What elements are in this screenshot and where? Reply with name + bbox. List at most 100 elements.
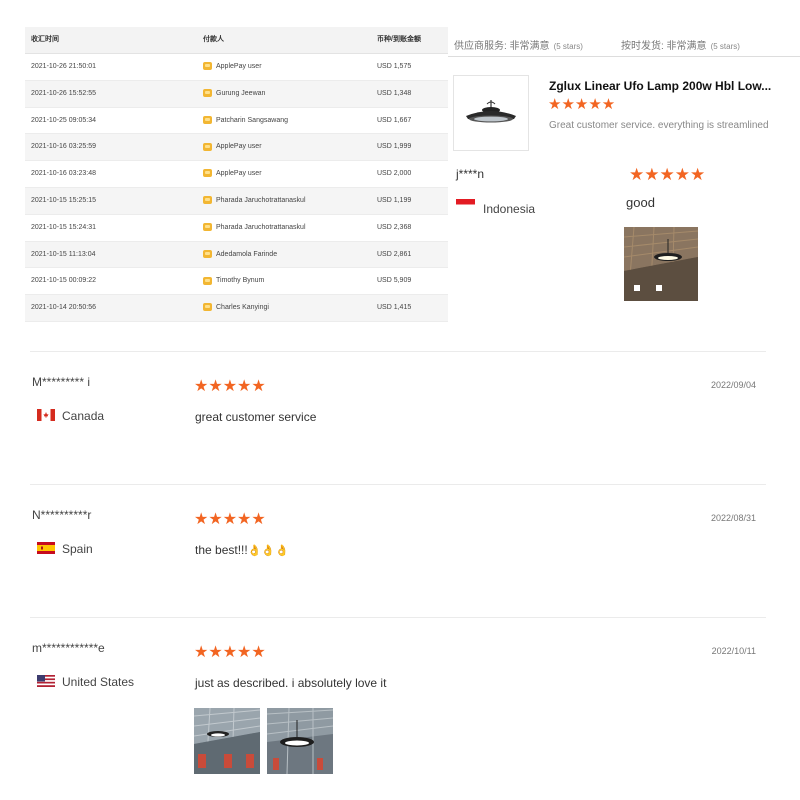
reviewer-name: m************e: [32, 641, 105, 655]
review-item: N**********r Spain ★★★★★ 2022/08/31 the …: [30, 484, 766, 618]
cell-amount: USD 1,199: [377, 196, 412, 204]
delivery-rating-label: 按时发货: 非常满意: [621, 41, 707, 52]
cell-amount: USD 2,368: [377, 223, 412, 231]
indonesia-flag-icon: [456, 199, 475, 210]
payer-name: Charles Kanyingi: [216, 304, 269, 312]
cell-payer: ApplePay user: [203, 54, 262, 79]
payer-icon: [203, 88, 212, 97]
service-rating: 供应商服务: 非常满意 (5 stars): [454, 37, 583, 52]
cell-time: 2021-10-15 11:13:04: [31, 250, 96, 258]
table-row: 2021-10-16 03:23:48 ApplePay user USD 2,00…: [25, 161, 448, 188]
cell-payer: ApplePay user: [203, 134, 262, 159]
payer-name: Gurung Jeewan: [216, 89, 266, 97]
table-row: 2021-10-26 21:50:01 ApplePay user USD 1,57…: [25, 54, 448, 81]
review-date: 2022/08/31: [710, 513, 756, 523]
product-rating-stars: ★★★★★: [548, 96, 615, 114]
table-row: 2021-10-16 03:25:59 ApplePay user USD 1,99…: [25, 134, 448, 162]
payer-icon: [203, 169, 212, 178]
cell-payer: Charles Kanyingi: [203, 295, 269, 320]
cell-amount: USD 5,909: [377, 277, 412, 285]
column-header-amount: 币种/到账金额: [377, 36, 421, 43]
payer-icon: [203, 196, 212, 205]
cell-time: 2021-10-14 20:50:56: [31, 304, 96, 312]
reviewer-country: United States: [62, 675, 135, 689]
table-header: 收汇时间 付款人 币种/到账金额: [25, 27, 448, 54]
cell-amount: USD 1,575: [377, 63, 412, 70]
cell-payer: Timothy Bynum: [203, 268, 264, 293]
cell-time: 2021-10-16 03:25:59: [31, 143, 96, 151]
review-item: M********* i Canada ★★★★★ 2022/09/04 gre…: [30, 351, 766, 485]
column-header-time: 收汇时间: [31, 36, 59, 43]
cell-time: 2021-10-25 09:05:34: [31, 116, 96, 124]
reviewer-name: M********* i: [32, 375, 91, 389]
table-row: 2021-10-14 20:50:56 Charles Kanyingi USD 1…: [25, 295, 448, 322]
cell-time: 2021-10-16 03:23:48: [31, 170, 96, 178]
cell-payer: Adedamola Farinde: [203, 242, 277, 267]
canada-flag-icon: [37, 409, 55, 421]
star-icons: ★★★★★: [194, 511, 266, 528]
table-row: 2021-10-15 15:25:15 Pharada Jaruchotratta…: [25, 187, 448, 215]
spain-flag-icon: [37, 542, 55, 554]
warehouse-photo-2: [267, 708, 334, 774]
review-text: just as described. i absolutely love it: [195, 676, 387, 690]
cell-amount: USD 1,415: [377, 304, 412, 312]
review-photo[interactable]: [194, 708, 260, 774]
supplier-rating-bar: 供应商服务: 非常满意 (5 stars) 按时发货: 非常满意 (5 stars): [448, 28, 800, 57]
star-icons: ★★★★★: [629, 165, 706, 184]
united-states-flag-icon: [37, 675, 55, 687]
cell-payer: Pharada Jaruchotrattanaskul: [203, 215, 306, 240]
star-icons: ★★★★★: [194, 644, 266, 661]
cell-amount: USD 1,348: [377, 89, 412, 97]
payer-icon: [203, 115, 212, 124]
cell-amount: USD 2,000: [377, 170, 412, 178]
payer-name: Adedamola Farinde: [216, 250, 278, 258]
star-icons: ★★★★★: [194, 378, 266, 395]
cell-amount: USD 1,999: [377, 143, 412, 151]
cell-time: 2021-10-15 15:24:31: [31, 223, 96, 231]
cell-payer: Patcharin Sangsawang: [203, 108, 288, 133]
payer-name: Pharada Jaruchotrattanaskul: [216, 223, 306, 231]
payer-name: ApplePay user: [216, 143, 262, 151]
payer-icon: [203, 276, 212, 285]
review-date: 2022/09/04: [710, 380, 756, 390]
reviewer-name: N**********r: [32, 508, 92, 522]
review-item: m************e United States ★★★★★ 2022/…: [30, 617, 766, 774]
table-row: 2021-10-26 15:52:55 Gurung Jeewan USD 1,34…: [25, 80, 448, 108]
table-row: 2021-10-15 15:24:31 Pharada Jaruchotratta…: [25, 215, 448, 242]
table-row: 2021-10-15 11:13:04 Adedamola Farinde USD …: [25, 241, 448, 269]
table-row: 2021-10-25 09:05:34 Patcharin Sangsawang U…: [25, 108, 448, 135]
service-rating-label: 供应商服务: 非常满意: [454, 41, 550, 52]
payment-records-table: 收汇时间 付款人 币种/到账金额 2021-10-26 21:50:01 Appl…: [25, 27, 448, 322]
review-text: the best!!!👌👌👌: [195, 543, 289, 557]
ok-hand-emoji: 👌👌👌: [247, 545, 289, 557]
review-photo[interactable]: [267, 708, 334, 774]
payer-icon: [203, 62, 212, 71]
reviewer-country: Canada: [62, 409, 105, 423]
service-rating-stars: (5 stars): [553, 42, 583, 51]
cell-payer: Pharada Jaruchotrattanaskul: [203, 188, 306, 213]
review-text-body: the best!!!: [195, 543, 248, 557]
review-photos: [194, 708, 336, 779]
product-thumbnail[interactable]: [453, 75, 529, 151]
review-rating-stars: ★★★★★: [629, 166, 705, 185]
review-rating-stars: ★★★★★: [194, 511, 266, 529]
star-icons: ★★★★★: [548, 96, 616, 113]
ufo-lamp-image: [466, 100, 516, 123]
payer-name: Pharada Jaruchotrattanaskul: [216, 196, 306, 204]
product-title[interactable]: Zglux Linear Ufo Lamp 200w Hbl Low...: [549, 79, 771, 93]
cell-amount: USD 1,667: [377, 116, 412, 124]
payer-icon: [203, 303, 212, 312]
payer-icon: [203, 249, 212, 258]
review-photo[interactable]: [624, 227, 698, 301]
warehouse-lamp-photo: [624, 227, 698, 301]
review-text: great customer service: [195, 410, 317, 424]
payer-name: Patcharin Sangsawang: [216, 116, 288, 124]
payer-name: ApplePay user: [216, 63, 262, 70]
cell-payer: ApplePay user: [203, 161, 262, 186]
product-review-summary: Great customer service. everything is st…: [549, 120, 769, 131]
delivery-rating: 按时发货: 非常满意 (5 stars): [621, 37, 740, 52]
column-header-payer: 付款人: [203, 36, 224, 43]
delivery-rating-stars: (5 stars): [710, 42, 740, 51]
cell-time: 2021-10-15 15:25:15: [31, 196, 96, 204]
warehouse-photo-1: [194, 708, 260, 774]
